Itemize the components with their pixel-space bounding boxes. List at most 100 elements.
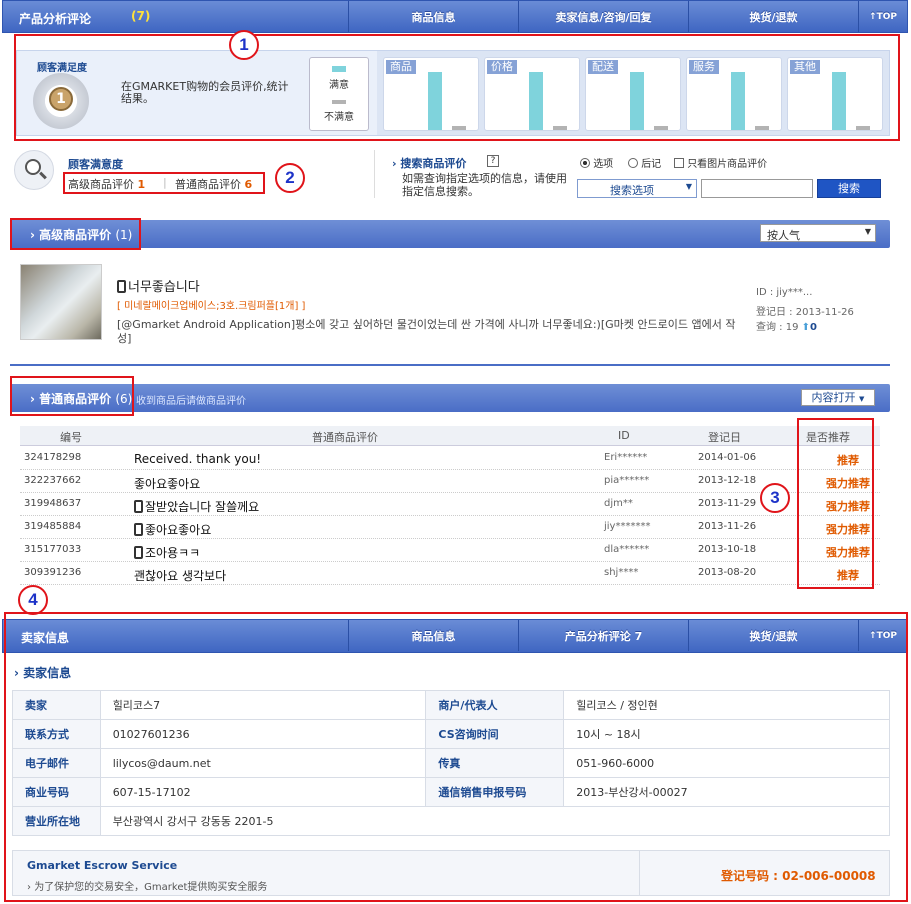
- col-date: 登记日: [708, 431, 741, 444]
- reviewer-id: jiy*******: [604, 521, 650, 532]
- reviewer-id: dla******: [604, 544, 649, 555]
- premium-review-body: [@Gmarket Android Application]평소에 갖고 싶어하…: [117, 318, 736, 345]
- review-text: Received. thank you!: [134, 452, 261, 466]
- col-review: 普通商品评价: [312, 431, 378, 444]
- mobile-icon: [117, 280, 126, 293]
- annotation-box-premium: [10, 218, 141, 250]
- chevron-down-icon: ▼: [859, 395, 865, 403]
- tab-exchange-refund[interactable]: 换货/退款: [688, 1, 858, 32]
- sort-label: 按人气: [767, 229, 800, 242]
- top-button[interactable]: ↑TOP: [858, 1, 907, 32]
- table-row[interactable]: 322237662 좋아요좋아요 pia****** 2013-12-18 强力推荐: [20, 470, 880, 493]
- premium-review-date: 登记日 : 2013-11-26: [756, 307, 854, 318]
- table-row[interactable]: 324178298 Received. thank you! Eri****** 20…: [20, 447, 880, 470]
- review-section-header: 产品分析评论 (7) 商品信息 卖家信息/咨询/回复 换货/退款 ↑TOP: [2, 0, 908, 33]
- review-number: 315177033: [24, 544, 81, 555]
- search-button[interactable]: 搜索: [817, 179, 881, 198]
- review-text: 좋아요좋아요: [134, 475, 200, 492]
- sort-select[interactable]: 按人气 ▼: [760, 224, 876, 242]
- annotation-1: 1: [229, 30, 259, 60]
- views-label: 查询 : 19: [756, 322, 799, 333]
- reviewer-id: Eri******: [604, 452, 647, 463]
- annotation-box-4: [4, 612, 908, 902]
- radio-option[interactable]: 选项: [580, 155, 613, 170]
- review-section-title: 产品分析评论: [19, 12, 92, 26]
- reviewer-id-text: dla******: [604, 544, 650, 555]
- radio-postscript[interactable]: 后记: [628, 155, 661, 170]
- radio-selected-icon: [580, 158, 590, 168]
- review-date-text: 2014-01-06: [698, 452, 757, 463]
- review-number: 319948637: [24, 498, 81, 509]
- photo-only-label: 只看图片商品评价: [687, 159, 768, 170]
- review-text-text: 잘받았습니다 잘쓸께요: [145, 500, 260, 514]
- normal-review-subtitle: 收到商品后请做商品评价: [136, 396, 246, 407]
- search-option-label: 搜索选项: [610, 184, 654, 197]
- table-row[interactable]: 315177033 조아용ㅋㅋ dla****** 2013-10-18 强力推荐: [20, 539, 880, 562]
- review-text: 잘받았습니다 잘쓸께요: [134, 498, 259, 515]
- normal-review-header: › 普通商品评价 (6) 收到商品后请做商品评价 内容打开 ▼: [10, 384, 890, 412]
- chevron-down-icon: ▼: [864, 227, 871, 236]
- review-number-text: 309391236: [24, 567, 82, 578]
- review-text-text: 좋아요좋아요: [145, 523, 212, 537]
- premium-review-header: › 高级商品评价 (1) 按人气 ▼: [10, 220, 890, 248]
- review-text: 좋아요좋아요: [134, 521, 211, 538]
- review-date: 2013-08-20: [698, 567, 756, 578]
- review-count: (7): [131, 9, 151, 23]
- review-date-text: 2013-12-18: [698, 475, 757, 486]
- review-number-text: 324178298: [24, 452, 82, 463]
- review-photo[interactable]: [20, 264, 102, 340]
- review-text-text: 좋아요좋아요: [134, 477, 201, 491]
- table-row[interactable]: 319948637 잘받았습니다 잘쓸께요 djm** 2013-11-29 强力推荐: [20, 493, 880, 516]
- search-desc: 如需查询指定选项的信息，请使用指定信息搜索。: [402, 172, 567, 198]
- review-number-text: 315177033: [24, 544, 82, 555]
- thumbs-up-icon[interactable]: ⬆: [802, 322, 810, 333]
- summary-title: 顾客满意度: [68, 158, 123, 171]
- help-icon[interactable]: ?: [487, 155, 499, 167]
- review-number-text: 322237662: [24, 475, 82, 486]
- review-number-text: 319948637: [24, 498, 82, 509]
- review-text-text: 조아용ㅋㅋ: [145, 546, 201, 560]
- search-input[interactable]: [701, 179, 813, 198]
- open-content-button[interactable]: 内容打开 ▼: [801, 389, 875, 406]
- review-date-text: 2013-11-26: [698, 521, 757, 532]
- review-date: 2013-12-18: [698, 475, 756, 486]
- reviewer-id: djm**: [604, 498, 633, 509]
- premium-review-option: [ 미네랄메이크업베이스;3호.크림퍼플[1개] ]: [117, 301, 306, 312]
- review-text-text: 괜찮아요 생각보다: [134, 569, 227, 583]
- review-date-text: 2013-08-20: [698, 567, 757, 578]
- reviewer-id-text: djm**: [604, 498, 633, 509]
- premium-review-title-line[interactable]: 너무좋습니다: [117, 276, 200, 295]
- reviewer-id-text: Eri******: [604, 452, 648, 463]
- premium-review-id: ID : jiy***...: [756, 287, 813, 298]
- photo-only-checkbox[interactable]: 只看图片商品评价: [674, 155, 767, 170]
- review-number: 322237662: [24, 475, 81, 486]
- reviewer-id: shj****: [604, 567, 638, 578]
- reviewer-id-text: shj****: [604, 567, 639, 578]
- table-row[interactable]: 319485884 좋아요좋아요 jiy******* 2013-11-26 强力推荐: [20, 516, 880, 539]
- review-date: 2013-11-29: [698, 498, 756, 509]
- tab-seller-info[interactable]: 卖家信息/咨询/回复: [518, 1, 688, 32]
- radio-option-label: 选项: [593, 159, 614, 170]
- chevron-down-icon: ▼: [685, 182, 692, 191]
- search-reviews-title: › 搜索商品评价: [392, 157, 467, 170]
- open-content-label: 内容打开: [811, 391, 856, 404]
- annotation-3: 3: [760, 483, 790, 513]
- review-date: 2014-01-06: [698, 452, 756, 463]
- reviewer-id: pia******: [604, 475, 649, 486]
- review-text-text: Received. thank you!: [134, 452, 262, 466]
- review-date-text: 2013-11-29: [698, 498, 757, 509]
- review-number: 319485884: [24, 521, 81, 532]
- review-text: 조아용ㅋㅋ: [134, 544, 200, 561]
- col-id: ID: [618, 429, 630, 442]
- col-number: 编号: [60, 431, 82, 444]
- radio-empty-icon: [628, 158, 638, 168]
- search-option-select[interactable]: 搜索选项 ▼: [577, 179, 697, 198]
- annotation-2: 2: [275, 163, 305, 193]
- checkbox-icon: [674, 158, 684, 168]
- review-text: 괜찮아요 생각보다: [134, 567, 226, 584]
- mobile-icon: [134, 500, 143, 513]
- vote-count: 0: [810, 322, 817, 333]
- annotation-4: 4: [18, 585, 48, 615]
- table-row[interactable]: 309391236 괜찮아요 생각보다 shj**** 2013-08-20 推荐: [20, 562, 880, 585]
- tab-product-info[interactable]: 商品信息: [348, 1, 518, 32]
